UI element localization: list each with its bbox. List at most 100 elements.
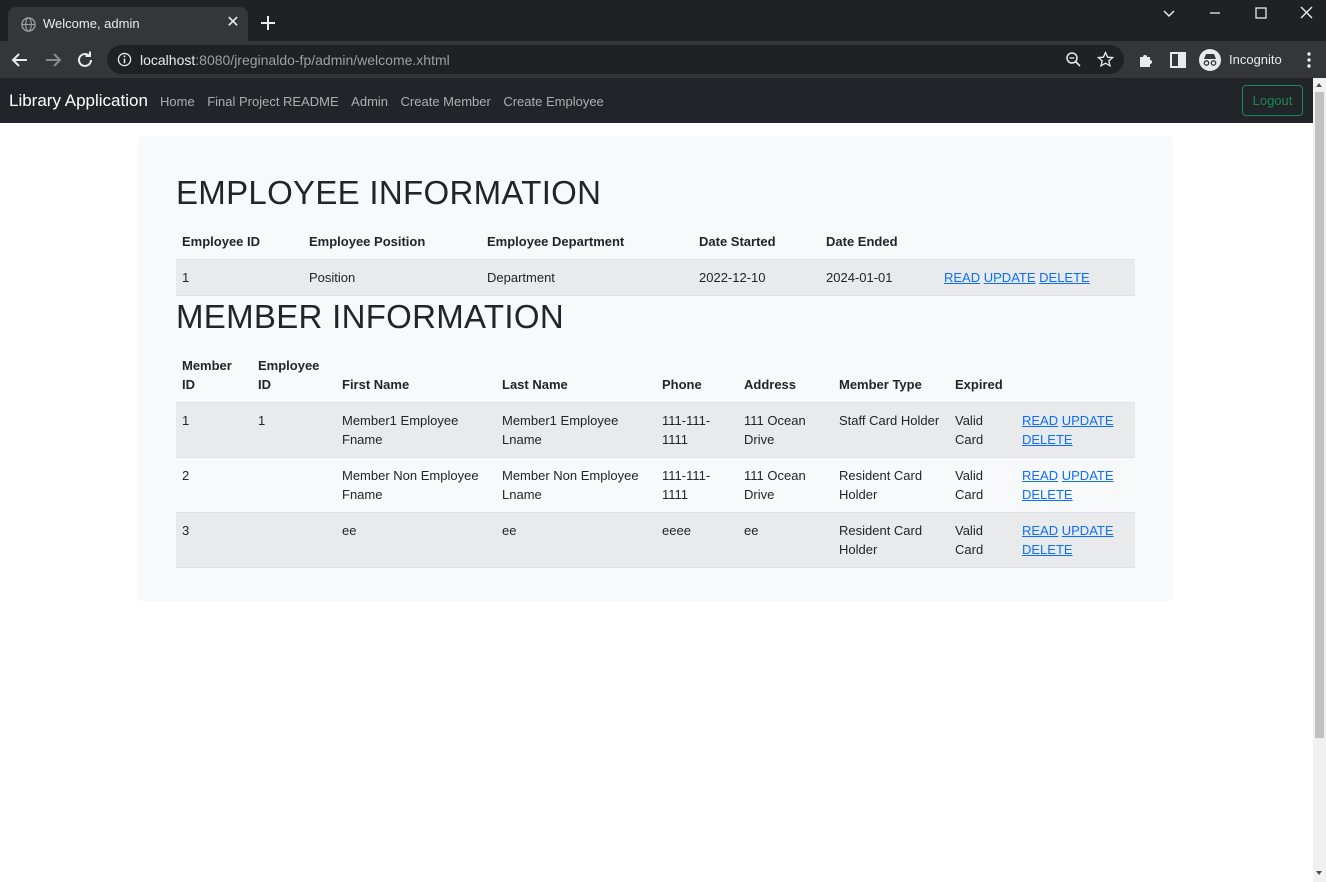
table-row: 1 Position Department 2022-12-10 2024-01… <box>176 259 1135 296</box>
address-cell: 111 Ocean Drive <box>738 402 833 458</box>
nav-link-admin[interactable]: Admin <box>351 94 388 109</box>
new-tab-icon[interactable] <box>257 12 279 34</box>
minimize-icon[interactable] <box>1203 5 1227 23</box>
scroll-up-arrow-icon[interactable] <box>1316 83 1322 87</box>
last-name-cell: Member1 Employee Lname <box>496 402 656 458</box>
column-header: Date Ended <box>820 224 938 260</box>
member-id-cell: 1 <box>176 402 252 458</box>
phone-cell: 111-111-1111 <box>656 402 738 458</box>
table-row: 2 Member Non Employee Fname Member Non E… <box>176 457 1135 513</box>
tab-title: Welcome, admin <box>43 16 140 31</box>
page-scrollbar[interactable] <box>1313 78 1326 882</box>
member-info-heading: MEMBER INFORMATION <box>176 298 564 335</box>
employee-id-cell <box>252 457 336 513</box>
site-info-icon[interactable] <box>117 52 132 67</box>
member-id-cell: 2 <box>176 457 252 513</box>
date-started-cell: 2022-12-10 <box>693 259 820 296</box>
incognito-profile-button[interactable]: Incognito <box>1199 45 1282 74</box>
nav-link-create-employee[interactable]: Create Employee <box>503 94 603 109</box>
url-host: localhost <box>140 52 196 68</box>
logout-button[interactable]: Logout <box>1242 85 1303 116</box>
column-header: Last Name <box>496 348 656 403</box>
close-window-icon[interactable] <box>1295 5 1319 23</box>
employee-table: Employee ID Employee Position Employee D… <box>176 224 1135 296</box>
scroll-down-arrow-icon[interactable] <box>1316 871 1322 875</box>
last-name-cell: Member Non Employee Lname <box>496 457 656 513</box>
read-link[interactable]: READ <box>1022 413 1058 428</box>
date-ended-cell: 2024-01-01 <box>820 259 938 296</box>
employee-id-cell: 1 <box>176 259 303 296</box>
member-table-header-row: Member ID Employee ID First Name Last Na… <box>176 348 1135 403</box>
actions-cell: READ UPDATE DELETE <box>1016 512 1135 568</box>
read-link[interactable]: READ <box>944 270 980 285</box>
column-header: Expired <box>949 348 1016 403</box>
actions-cell: READ UPDATE DELETE <box>938 259 1135 296</box>
close-tab-icon[interactable]: ✕ <box>224 14 242 32</box>
last-name-cell: ee <box>496 512 656 568</box>
browser-tab[interactable]: Welcome, admin ✕ <box>8 7 248 41</box>
column-header: Employee ID <box>252 348 336 403</box>
update-link[interactable]: UPDATE <box>1062 413 1114 428</box>
expired-cell: Valid Card <box>949 457 1016 513</box>
column-header: Employee Position <box>303 224 481 260</box>
incognito-icon <box>1199 48 1221 71</box>
browser-toolbar: localhost:8080/jreginaldo-fp/admin/welco… <box>0 41 1326 78</box>
column-header <box>938 224 1135 260</box>
phone-cell: 111-111-1111 <box>656 457 738 513</box>
column-header: Member ID <box>176 348 252 403</box>
read-link[interactable]: READ <box>1022 468 1058 483</box>
column-header: Phone <box>656 348 738 403</box>
reload-icon[interactable] <box>74 49 96 71</box>
column-header: Address <box>738 348 833 403</box>
delete-link[interactable]: DELETE <box>1022 432 1073 447</box>
update-link[interactable]: UPDATE <box>984 270 1036 285</box>
employee-department-cell: Department <box>481 259 693 296</box>
read-link[interactable]: READ <box>1022 523 1058 538</box>
column-header: Date Started <box>693 224 820 260</box>
side-panel-icon[interactable] <box>1167 49 1189 71</box>
browser-tab-strip: Welcome, admin ✕ <box>0 0 1326 41</box>
forward-arrow-icon[interactable] <box>42 49 64 71</box>
employee-table-header-row: Employee ID Employee Position Employee D… <box>176 224 1135 260</box>
zoom-icon[interactable] <box>1065 51 1082 68</box>
back-arrow-icon[interactable] <box>9 49 31 71</box>
member-type-cell: Resident Card Holder <box>833 457 949 513</box>
address-bar[interactable]: localhost:8080/jreginaldo-fp/admin/welco… <box>107 45 1124 74</box>
browser-menu-icon[interactable] <box>1298 49 1320 71</box>
delete-link[interactable]: DELETE <box>1039 270 1090 285</box>
incognito-label: Incognito <box>1229 52 1282 67</box>
update-link[interactable]: UPDATE <box>1062 523 1114 538</box>
member-type-cell: Resident Card Holder <box>833 512 949 568</box>
expired-cell: Valid Card <box>949 512 1016 568</box>
address-cell: ee <box>738 512 833 568</box>
address-cell: 111 Ocean Drive <box>738 457 833 513</box>
extensions-puzzle-icon[interactable] <box>1135 49 1157 71</box>
employee-id-cell: 1 <box>252 402 336 458</box>
actions-cell: READ UPDATE DELETE <box>1016 402 1135 458</box>
employee-position-cell: Position <box>303 259 481 296</box>
nav-link-create-member[interactable]: Create Member <box>401 94 491 109</box>
brand-link[interactable]: Library Application <box>9 91 148 111</box>
nav-link-readme[interactable]: Final Project README <box>207 94 338 109</box>
employee-id-cell <box>252 512 336 568</box>
url-text: localhost:8080/jreginaldo-fp/admin/welco… <box>140 52 450 68</box>
actions-cell: READ UPDATE DELETE <box>1016 457 1135 513</box>
first-name-cell: Member1 Employee Fname <box>336 402 496 458</box>
delete-link[interactable]: DELETE <box>1022 542 1073 557</box>
url-path: :8080/jreginaldo-fp/admin/welcome.xhtml <box>195 52 450 68</box>
scrollbar-thumb[interactable] <box>1315 92 1324 738</box>
table-row: 1 1 Member1 Employee Fname Member1 Emplo… <box>176 402 1135 458</box>
update-link[interactable]: UPDATE <box>1062 468 1114 483</box>
column-header <box>1016 348 1135 403</box>
maximize-icon[interactable] <box>1249 5 1273 23</box>
delete-link[interactable]: DELETE <box>1022 487 1073 502</box>
bookmark-star-icon[interactable] <box>1097 51 1114 68</box>
first-name-cell: ee <box>336 512 496 568</box>
nav-links: Home Final Project README Admin Create M… <box>160 94 616 109</box>
first-name-cell: Member Non Employee Fname <box>336 457 496 513</box>
tab-search-chevron-icon[interactable] <box>1157 5 1181 23</box>
column-header: Employee Department <box>481 224 693 260</box>
nav-link-home[interactable]: Home <box>160 94 195 109</box>
main-content: EMPLOYEE INFORMATION Employee ID Employe… <box>138 136 1173 601</box>
employee-info-heading: EMPLOYEE INFORMATION <box>176 174 602 211</box>
